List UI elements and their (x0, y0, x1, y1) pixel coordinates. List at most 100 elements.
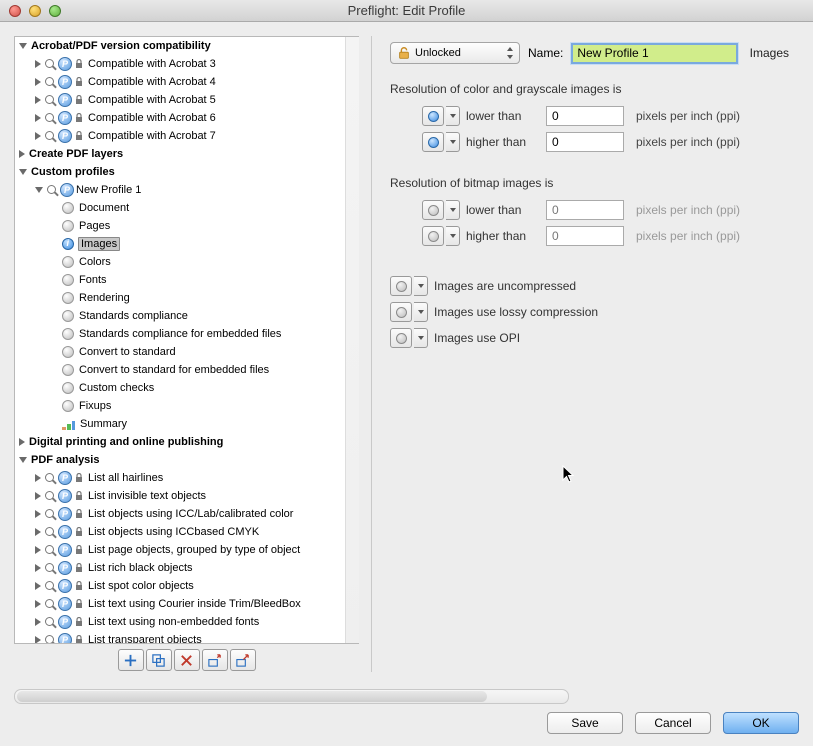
tree-item[interactable]: Custom checks (15, 379, 345, 397)
disclosure-triangle-icon[interactable] (35, 582, 41, 590)
tree-item[interactable]: PCompatible with Acrobat 4 (15, 73, 345, 91)
tree-item-label: Compatible with Acrobat 6 (87, 112, 216, 124)
profile-tree[interactable]: Acrobat/PDF version compatibilityPCompat… (14, 36, 359, 644)
severity-caret[interactable] (414, 276, 428, 296)
tree-item-label: Convert to standard (78, 346, 176, 358)
section-create-layers[interactable]: Create PDF layers (15, 145, 345, 163)
tree-item[interactable]: PList invisible text objects (15, 487, 345, 505)
import-button[interactable] (202, 649, 228, 671)
tree-item[interactable]: Pages (15, 217, 345, 235)
section-digital-printing[interactable]: Digital printing and online publishing (15, 433, 345, 451)
severity-picker[interactable] (422, 132, 444, 152)
tree-item[interactable]: PCompatible with Acrobat 5 (15, 91, 345, 109)
tree-item[interactable]: PList rich black objects (15, 559, 345, 577)
delete-button[interactable] (174, 649, 200, 671)
tree-item[interactable]: Colors (15, 253, 345, 271)
color-higher-input[interactable] (546, 132, 624, 152)
severity-caret[interactable] (446, 226, 460, 246)
section-pdf-analysis[interactable]: PDF analysis (15, 451, 345, 469)
ok-button[interactable]: OK (723, 712, 799, 734)
disclosure-triangle-icon[interactable] (35, 510, 41, 518)
tree-item[interactable]: PCompatible with Acrobat 7 (15, 127, 345, 145)
lock-state-select[interactable]: Unlocked (390, 42, 520, 64)
disclosure-triangle-icon[interactable] (35, 132, 41, 140)
tree-item[interactable]: PList all hairlines (15, 469, 345, 487)
color-resolution-heading: Resolution of color and grayscale images… (390, 82, 793, 96)
section-acrobat-compat[interactable]: Acrobat/PDF version compatibility (15, 37, 345, 55)
tree-item-label: List invisible text objects (87, 490, 206, 502)
tree-item[interactable]: Fixups (15, 397, 345, 415)
add-button[interactable] (118, 649, 144, 671)
tree-item[interactable]: PList spot color objects (15, 577, 345, 595)
disclosure-triangle-icon[interactable] (35, 187, 43, 193)
severity-picker[interactable] (422, 106, 444, 126)
disclosure-triangle-icon[interactable] (35, 528, 41, 536)
disclosure-triangle-icon[interactable] (35, 78, 41, 86)
severity-picker[interactable] (390, 302, 412, 322)
minimize-button[interactable] (29, 5, 41, 17)
disclosure-triangle-icon[interactable] (35, 636, 41, 644)
bitmap-lower-input[interactable] (546, 200, 624, 220)
category-icon (62, 292, 74, 304)
tree-item[interactable]: PList transparent objects (15, 631, 345, 644)
disclosure-triangle-icon[interactable] (35, 96, 41, 104)
tree-item[interactable]: Fonts (15, 271, 345, 289)
disclosure-triangle-icon[interactable] (19, 457, 27, 463)
close-button[interactable] (9, 5, 21, 17)
tree-item[interactable]: Rendering (15, 289, 345, 307)
severity-picker[interactable] (390, 276, 412, 296)
bitmap-higher-input[interactable] (546, 226, 624, 246)
color-lower-input[interactable] (546, 106, 624, 126)
cancel-button[interactable]: Cancel (635, 712, 711, 734)
disclosure-triangle-icon[interactable] (35, 114, 41, 122)
tree-item[interactable]: PList objects using ICC/Lab/calibrated c… (15, 505, 345, 523)
pane-divider[interactable] (371, 36, 372, 672)
disclosure-triangle-icon[interactable] (35, 492, 41, 500)
severity-caret[interactable] (446, 106, 460, 126)
severity-picker[interactable] (390, 328, 412, 348)
zoom-button[interactable] (49, 5, 61, 17)
lower-than-label: lower than (466, 203, 540, 217)
disclosure-triangle-icon[interactable] (35, 60, 41, 68)
section-custom-profiles[interactable]: Custom profiles (15, 163, 345, 181)
tree-item[interactable]: PList text using non-embedded fonts (15, 613, 345, 631)
save-button[interactable]: Save (547, 712, 623, 734)
profile-new-profile-1[interactable]: PNew Profile 1 (15, 181, 345, 199)
tree-item[interactable]: PCompatible with Acrobat 3 (15, 55, 345, 73)
tree-item[interactable]: Images (15, 235, 345, 253)
tree-item[interactable]: Summary (15, 415, 345, 433)
tree-item-label: PDF analysis (30, 454, 99, 466)
disclosure-triangle-icon[interactable] (35, 474, 41, 482)
tree-item[interactable]: PCompatible with Acrobat 6 (15, 109, 345, 127)
disclosure-triangle-icon[interactable] (35, 618, 41, 626)
export-button[interactable] (230, 649, 256, 671)
tree-item[interactable]: PList text using Courier inside Trim/Ble… (15, 595, 345, 613)
severity-caret[interactable] (446, 200, 460, 220)
tree-item[interactable]: Standards compliance (15, 307, 345, 325)
duplicate-button[interactable] (146, 649, 172, 671)
disclosure-triangle-icon[interactable] (35, 564, 41, 572)
disclosure-triangle-icon[interactable] (19, 150, 25, 158)
disclosure-triangle-icon[interactable] (19, 438, 25, 446)
tree-item[interactable]: Convert to standard (15, 343, 345, 361)
profile-icon: P (58, 597, 72, 611)
tree-item[interactable]: Document (15, 199, 345, 217)
tree-item[interactable]: PList page objects, grouped by type of o… (15, 541, 345, 559)
tree-item[interactable]: Convert to standard for embedded files (15, 361, 345, 379)
lock-icon (73, 112, 85, 124)
severity-caret[interactable] (414, 328, 428, 348)
tree-item-label: Fixups (78, 400, 111, 412)
severity-caret[interactable] (446, 132, 460, 152)
tree-scrollbar[interactable] (345, 37, 359, 643)
disclosure-triangle-icon[interactable] (35, 600, 41, 608)
profile-name-input[interactable] (571, 43, 738, 64)
severity-picker[interactable] (422, 200, 444, 220)
tree-item[interactable]: Standards compliance for embedded files (15, 325, 345, 343)
disclosure-triangle-icon[interactable] (19, 169, 27, 175)
horizontal-scrollbar[interactable] (14, 689, 569, 704)
tree-item[interactable]: PList objects using ICCbased CMYK (15, 523, 345, 541)
severity-picker[interactable] (422, 226, 444, 246)
disclosure-triangle-icon[interactable] (35, 546, 41, 554)
severity-caret[interactable] (414, 302, 428, 322)
disclosure-triangle-icon[interactable] (19, 43, 27, 49)
